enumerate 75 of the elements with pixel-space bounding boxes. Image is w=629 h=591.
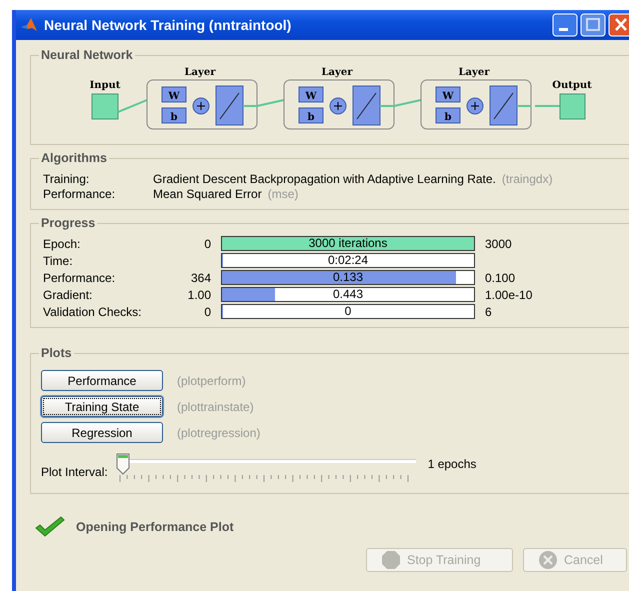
interval-slider[interactable] (116, 453, 416, 483)
layer-label: Layer (322, 67, 352, 78)
progress-value: 0 (344, 305, 352, 318)
window-title: Neural Network Training (nntraintool) (44, 17, 292, 33)
weight-block (436, 86, 460, 102)
progress-label: Time: (43, 254, 74, 268)
function-name: (plotperform) (177, 374, 246, 388)
function-name: (traingdx) (502, 172, 553, 186)
group-title: Progress (40, 216, 96, 230)
status-message: Opening Performance Plot (76, 520, 234, 534)
start-value: 364 (190, 270, 211, 284)
progress-value: 0.133 (332, 271, 364, 284)
maximize-icon[interactable] (580, 13, 606, 37)
function-name: (plotregression) (177, 426, 260, 440)
close-icon[interactable] (608, 13, 629, 37)
minimize-icon[interactable] (552, 13, 578, 37)
plot-button[interactable]: Training State (41, 396, 163, 417)
group-title: Plots (40, 346, 73, 360)
transfer-function-block (490, 86, 518, 126)
weight-label: W (442, 91, 454, 102)
target-value: 3000 (485, 236, 512, 250)
progress-value: 0:02:24 (326, 254, 370, 267)
progress-label: Performance: (43, 270, 116, 284)
weight-block (162, 86, 186, 102)
input-label: Input (90, 80, 120, 91)
transfer-function-block (216, 86, 244, 126)
connection-line (535, 105, 560, 107)
weight-block (298, 86, 324, 102)
sum-node (192, 98, 210, 114)
group-title: Neural Network (40, 48, 134, 62)
cancel-icon (538, 550, 558, 570)
output-label: Output (552, 80, 592, 91)
algorithm-value: Mean Squared Error (153, 187, 262, 201)
function-name: (plottrainstate) (177, 400, 254, 414)
slider-thumb[interactable] (116, 453, 130, 475)
output-node (560, 94, 586, 120)
app-logo-icon (20, 17, 38, 33)
bias-label: b (308, 112, 314, 123)
layer-label: Layer (458, 67, 490, 78)
checkmark-icon (34, 516, 66, 538)
weight-label: W (168, 91, 180, 102)
progress-value: 0.443 (332, 288, 364, 301)
input-node (92, 94, 118, 120)
plot-button[interactable]: Regression (41, 422, 163, 443)
plot-button[interactable]: Performance (41, 370, 163, 391)
function-name: (mse) (268, 187, 298, 201)
interval-label: Plot Interval: (41, 465, 108, 479)
group-title: Algorithms (40, 151, 108, 165)
progress-label: Gradient: (43, 288, 94, 302)
bias-block (162, 108, 186, 124)
interval-value: 1 epochs (428, 457, 476, 471)
bias-label: b (170, 112, 178, 123)
start-value: 0 (204, 236, 211, 250)
algorithm-label: Performance: (43, 187, 116, 201)
sum-node (466, 98, 484, 114)
bias-block (298, 108, 324, 124)
bias-block (436, 108, 460, 124)
start-value: 1.00 (188, 288, 211, 302)
layer-label: Layer (184, 67, 216, 78)
sum-node (330, 98, 346, 114)
stop-sign-icon (381, 550, 401, 570)
start-value: 0 (204, 304, 211, 318)
transfer-function-block (352, 86, 380, 126)
progress-value: 3000 iterations (308, 237, 388, 250)
target-value: 0.100 (485, 270, 516, 284)
target-value: 1.00e-10 (485, 288, 532, 302)
bias-label: b (444, 112, 452, 123)
progress-label: Epoch: (43, 236, 82, 250)
connection-line (118, 99, 148, 113)
progress-label: Validation Checks: (43, 304, 142, 318)
weight-label: W (305, 91, 317, 102)
algorithm-label: Training: (43, 172, 90, 186)
connection-line (517, 105, 531, 107)
target-value: 6 (485, 304, 492, 318)
algorithm-value: Gradient Descent Backpropagation with Adaptive Learning Rate. (153, 172, 496, 186)
